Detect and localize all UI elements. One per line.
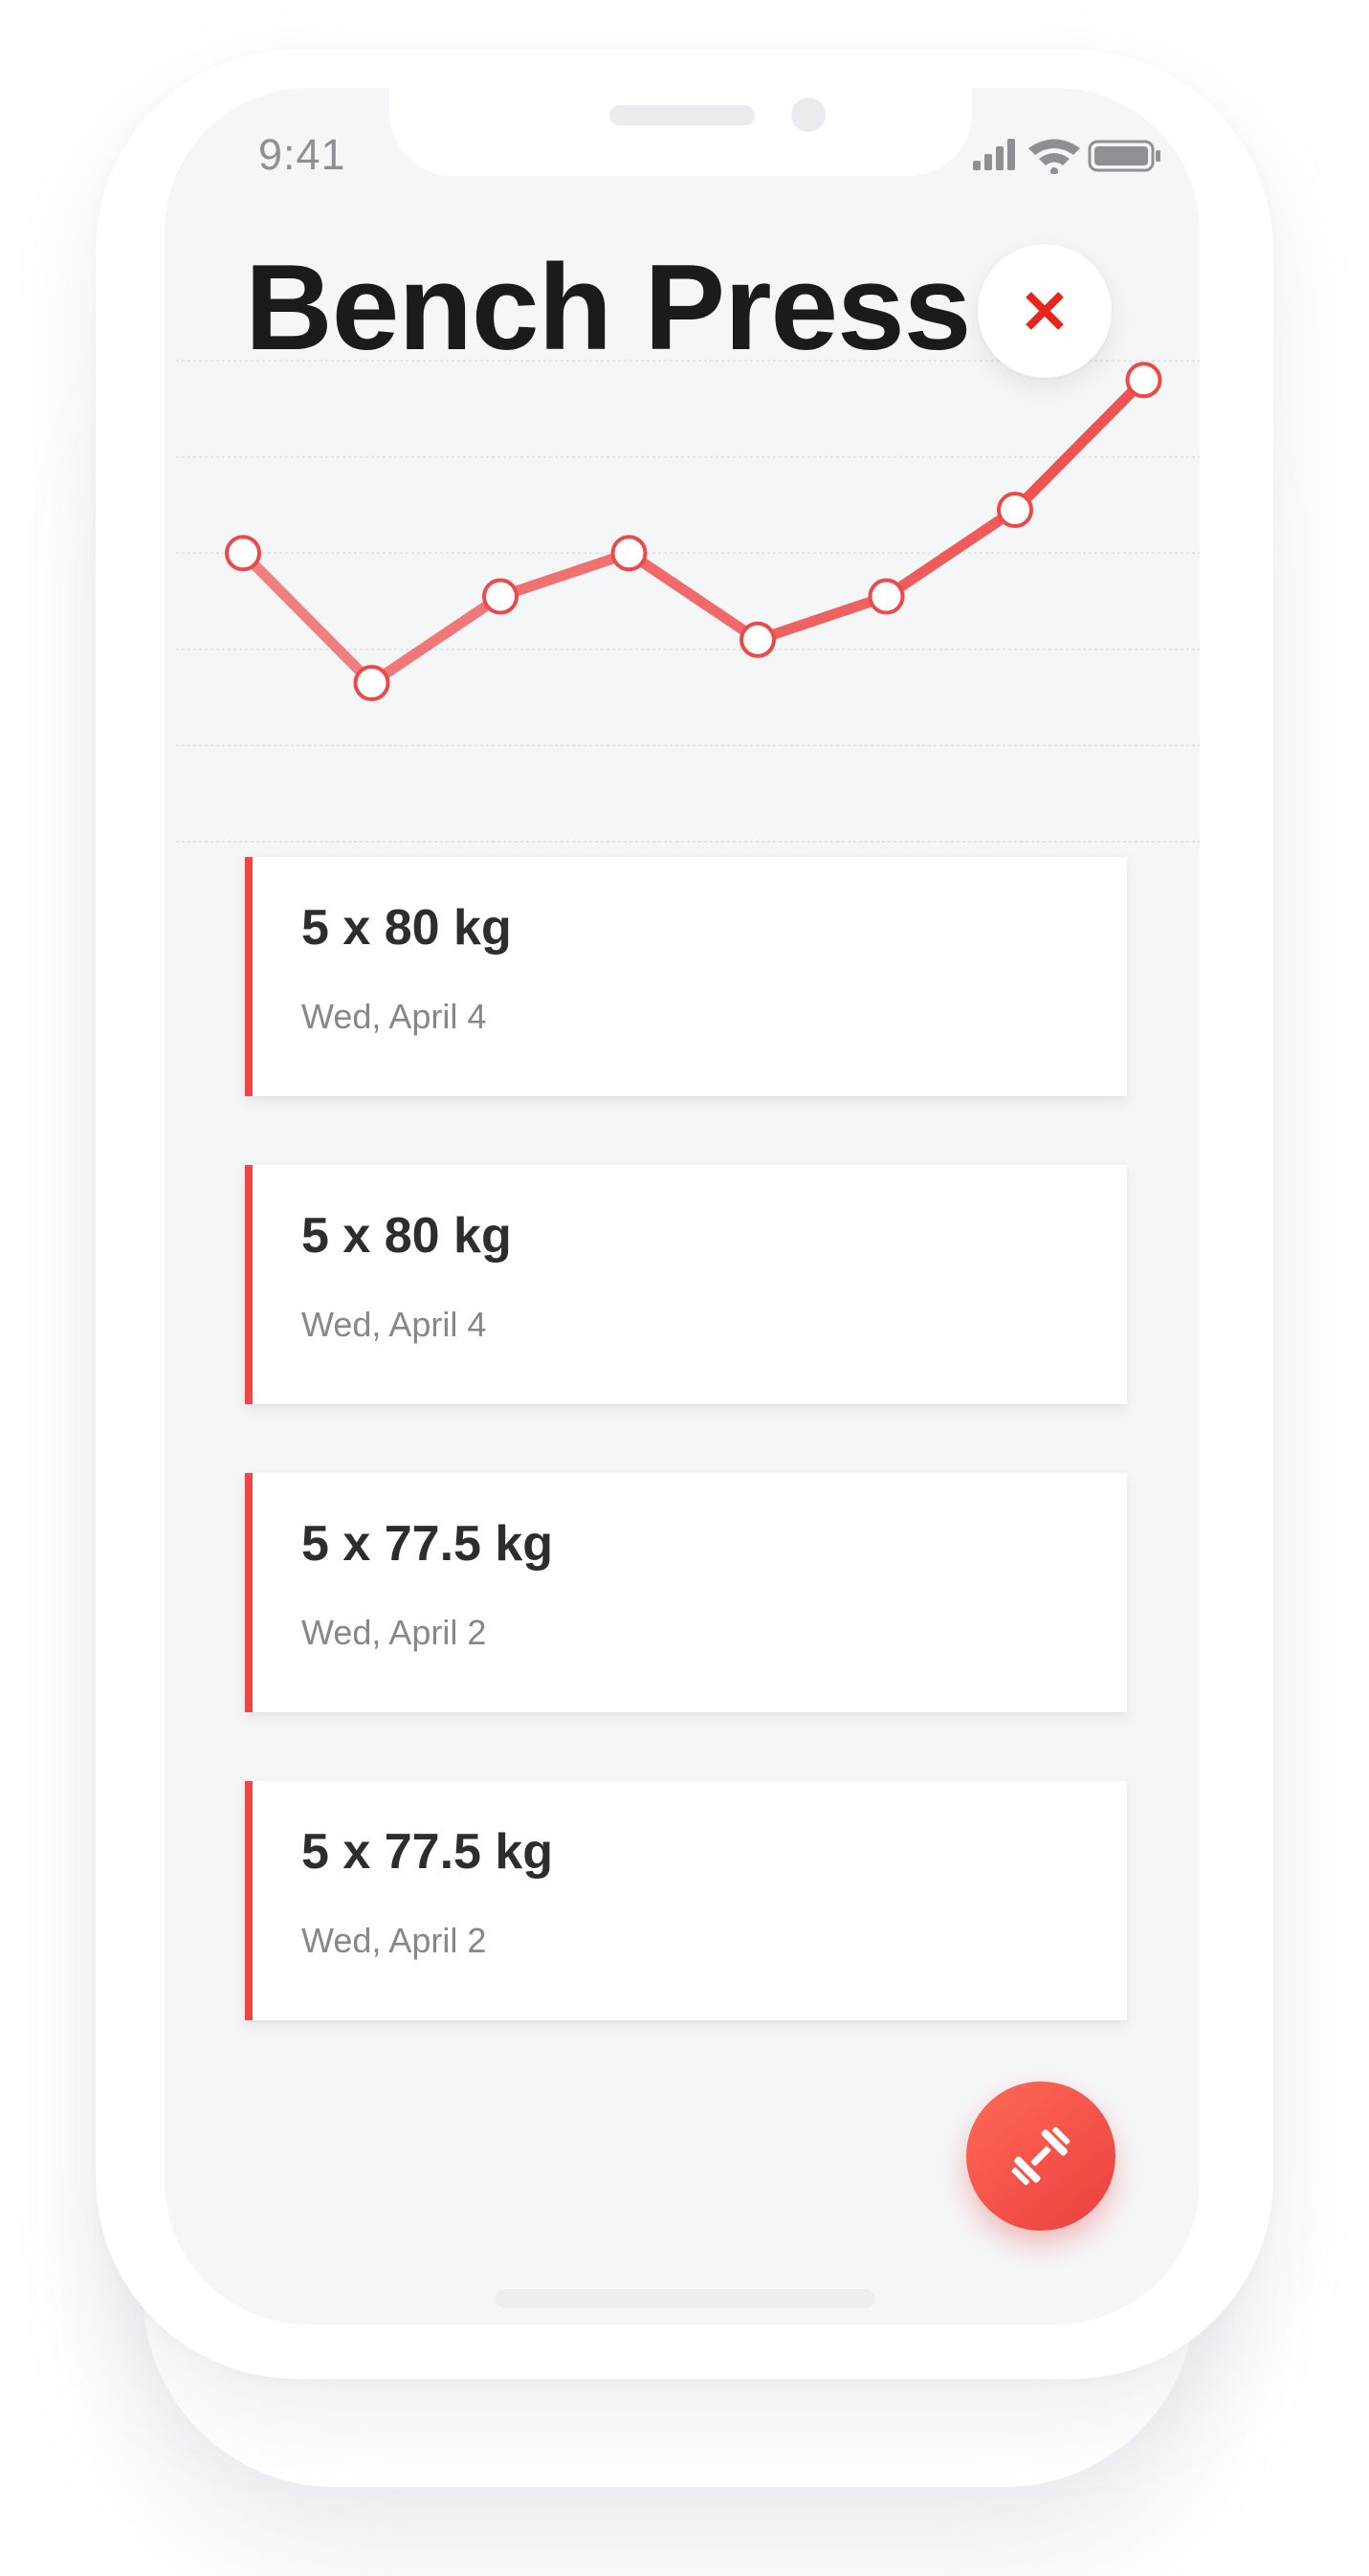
chart-line-segment (624, 547, 763, 646)
close-icon (1026, 292, 1064, 330)
chart-point (225, 535, 261, 572)
chart-point (868, 578, 905, 615)
speaker-grille (609, 105, 755, 125)
signal-icon (973, 139, 1015, 170)
chart-line-segment (1009, 374, 1149, 516)
app-screen: 9:41 Bench Press 5 x 80 kg Wed, April 4 … (165, 88, 1200, 2324)
chart-point (353, 665, 390, 702)
chart-point (1125, 362, 1162, 399)
set-card[interactable]: 5 x 80 kg Wed, April 4 (245, 857, 1127, 1096)
set-weight: 5 x 80 kg (301, 900, 512, 956)
status-time: 9:41 (258, 130, 346, 179)
set-card[interactable]: 5 x 80 kg Wed, April 4 (245, 1165, 1127, 1404)
set-weight: 5 x 77.5 kg (301, 1824, 554, 1880)
chart-point (997, 492, 1033, 529)
chart-line (237, 374, 1149, 689)
chart-point (740, 621, 776, 658)
chart-point (610, 535, 648, 572)
progress-chart (176, 360, 1200, 843)
front-camera (791, 98, 826, 132)
chart-line-segment (495, 547, 634, 603)
set-weight: 5 x 80 kg (301, 1208, 512, 1264)
status-icons (973, 139, 1160, 174)
set-date: Wed, April 2 (301, 1613, 487, 1652)
set-card[interactable]: 5 x 77.5 kg Wed, April 2 (245, 1473, 1127, 1712)
chart-line-segment (366, 591, 506, 689)
home-indicator (496, 2289, 874, 2308)
add-workout-button[interactable] (966, 2081, 1115, 2231)
set-date: Wed, April 4 (301, 1305, 487, 1344)
chart-line-segment (752, 591, 892, 646)
wifi-icon (1028, 139, 1080, 174)
set-date: Wed, April 2 (301, 1921, 487, 1960)
page-title: Bench Press (245, 239, 971, 375)
chart-grid (176, 360, 1200, 843)
set-weight: 5 x 77.5 kg (301, 1516, 554, 1572)
set-card[interactable]: 5 x 77.5 kg Wed, April 2 (245, 1781, 1127, 2020)
chart-point (482, 578, 519, 615)
chart-line-segment (237, 547, 377, 689)
battery-icon (1088, 140, 1160, 172)
dumbbell-icon (1011, 2126, 1071, 2186)
phone-notch (389, 88, 972, 176)
close-button[interactable] (978, 244, 1112, 378)
set-date: Wed, April 4 (301, 997, 487, 1036)
